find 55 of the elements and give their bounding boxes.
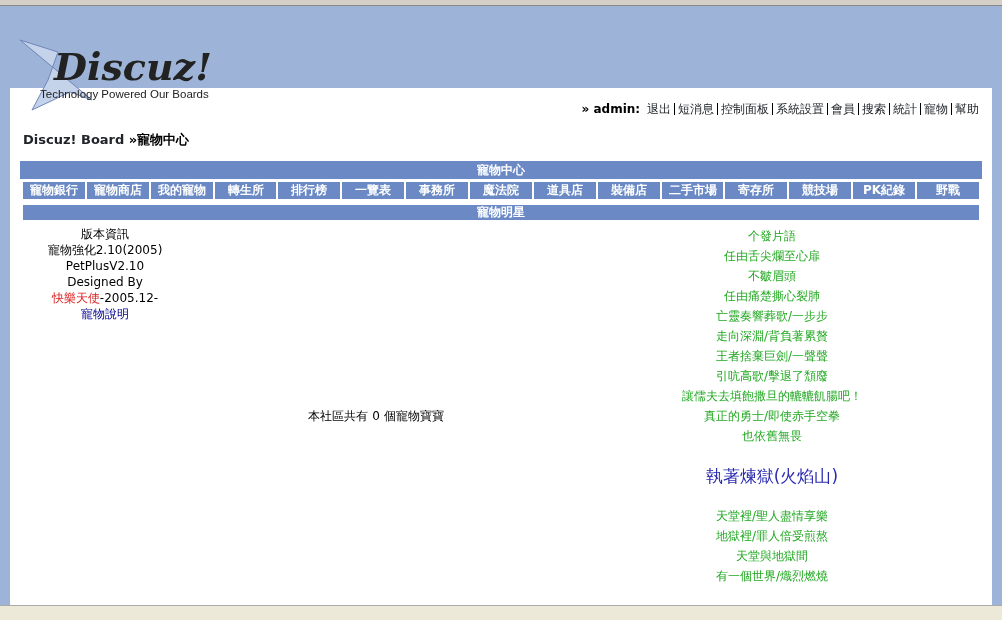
poem-line: 讓儒夫去填飽撒旦的轆轆飢腸吧！ <box>682 389 862 403</box>
poem-line: 走向深淵/背負著累贅 <box>715 329 828 343</box>
author-name: 快樂天使 <box>51 291 100 305</box>
header-link[interactable]: 幫助 <box>951 103 982 115</box>
section-header: 寵物明星 <box>23 205 979 220</box>
nav-tab[interactable]: 轉生所 <box>214 182 277 199</box>
poem-line: 王者捨棄巨劍/一聲聲 <box>715 349 828 363</box>
pet-count: 本社區共有 0 個寵物寶寶 <box>308 408 444 425</box>
nav-tab[interactable]: 寵物商店 <box>86 182 149 199</box>
poem-line: 引吭高歌/擊退了頹廢 <box>715 369 828 383</box>
nav-tab[interactable]: 事務所 <box>406 182 468 199</box>
nav-tab[interactable]: 排行榜 <box>278 182 341 199</box>
info-text: 版本資訊 <box>81 227 129 241</box>
header-link[interactable]: 短消息 <box>674 103 717 115</box>
nav-tab[interactable]: 道具店 <box>533 182 596 199</box>
nav-tab[interactable]: PK紀錄 <box>853 182 916 199</box>
poem-line: 任由痛楚撕心裂肺 <box>724 289 820 303</box>
nav-tab[interactable]: 競技場 <box>789 182 852 199</box>
breadcrumb-current: 寵物中心 <box>137 132 190 147</box>
poem-line: 天堂與地獄間 <box>736 549 808 563</box>
release-date: -2005.12- <box>99 291 159 305</box>
info-text: 寵物強化2.10(2005) <box>47 243 163 257</box>
logo: Discuz! Technology Powered Our Boards <box>18 30 228 118</box>
poem-line: 真正的勇士/即使赤手空拳 <box>703 409 840 423</box>
header-link[interactable]: 控制面板 <box>717 103 772 115</box>
header-link[interactable]: 會員 <box>827 103 858 115</box>
breadcrumb-separator: » <box>128 132 138 147</box>
nav-tab[interactable]: 二手市場 <box>661 182 724 199</box>
poem-line: 不皺眉頭 <box>748 269 796 283</box>
poem-line: 地獄裡/罪人倍受煎熬 <box>715 529 828 543</box>
poem-line: 任由舌尖爛至心扉 <box>724 249 820 263</box>
breadcrumb-link[interactable]: Discuz! Board <box>23 132 125 147</box>
nav-tab[interactable]: 野戰 <box>917 182 979 199</box>
info-text: Designed By <box>67 275 143 289</box>
poem-line: 也依舊無畏 <box>742 429 802 443</box>
nav-tab[interactable]: 魔法院 <box>470 182 532 199</box>
poem-line: 有一個世界/熾烈燃燒 <box>715 569 828 583</box>
header-link[interactable]: 搜索 <box>858 103 889 115</box>
poem-line: 亡靈奏響葬歌/一步步 <box>715 309 828 323</box>
nav-tab[interactable]: 寵物銀行 <box>23 182 85 199</box>
nav-tab[interactable]: 寄存所 <box>725 182 788 199</box>
panel-header: 寵物中心 <box>20 161 982 179</box>
poem-line: 个發片語 <box>748 229 796 243</box>
info-text: PetPlusV2.10 <box>65 259 145 273</box>
nav-tab[interactable]: 裝備店 <box>597 182 660 199</box>
user-label: » admin: <box>581 102 641 116</box>
poem-line: 天堂裡/聖人盡情享樂 <box>715 509 828 523</box>
header-link[interactable]: 寵物 <box>920 103 951 115</box>
header-link[interactable]: 系統設置 <box>772 103 827 115</box>
poem-title: 執著煉獄(火焰山) <box>705 466 839 486</box>
nav-tab[interactable]: 我的寵物 <box>150 182 213 199</box>
help-link[interactable]: 寵物說明 <box>81 307 129 321</box>
header-link[interactable]: 退出 <box>644 103 674 115</box>
header-link[interactable]: 統計 <box>889 103 920 115</box>
nav-tab[interactable]: 一覽表 <box>342 182 405 199</box>
